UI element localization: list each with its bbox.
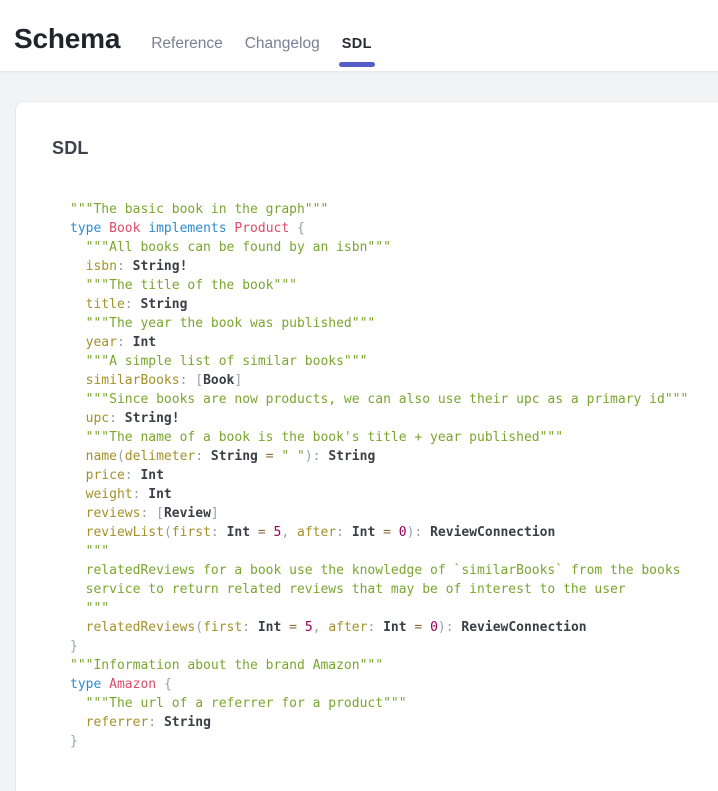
- tab-reference[interactable]: Reference: [151, 34, 223, 54]
- tab-bar: Reference Changelog SDL: [151, 34, 372, 54]
- code-line: """Since books are now products, we can …: [70, 390, 698, 409]
- code-line: price: Int: [70, 466, 698, 485]
- code-line: year: Int: [70, 333, 698, 352]
- tab-changelog[interactable]: Changelog: [245, 34, 320, 54]
- code-line: """The url of a referrer for a product""…: [70, 694, 698, 713]
- code-line: similarBooks: [Book]: [70, 371, 698, 390]
- tab-sdl-label: SDL: [342, 36, 372, 52]
- tab-sdl[interactable]: SDL: [342, 34, 372, 54]
- active-tab-indicator: [339, 62, 375, 67]
- code-line: """A simple list of similar books""": [70, 352, 698, 371]
- code-line: relatedReviews(first: Int = 5, after: In…: [70, 618, 698, 637]
- code-line: """Information about the brand Amazon""": [70, 656, 698, 675]
- code-line: """: [70, 599, 698, 618]
- code-line: weight: Int: [70, 485, 698, 504]
- code-line: reviews: [Review]: [70, 504, 698, 523]
- code-line: referrer: String: [70, 713, 698, 732]
- code-line: """The title of the book""": [70, 276, 698, 295]
- code-line: name(delimeter: String = " "): String: [70, 447, 698, 466]
- code-line: isbn: String!: [70, 257, 698, 276]
- code-line: relatedReviews for a book use the knowle…: [70, 561, 698, 580]
- schema-header: Schema Reference Changelog SDL: [0, 0, 718, 72]
- code-line: """The basic book in the graph""": [70, 200, 698, 219]
- sdl-card: SDL """The basic book in the graph"""typ…: [16, 102, 718, 791]
- code-line: service to return related reviews that m…: [70, 580, 698, 599]
- code-line: reviewList(first: Int = 5, after: Int = …: [70, 523, 698, 542]
- code-line: }: [70, 732, 698, 751]
- content-area: SDL """The basic book in the graph"""typ…: [0, 72, 718, 791]
- code-line: """The year the book was published""": [70, 314, 698, 333]
- code-line: """All books can be found by an isbn""": [70, 238, 698, 257]
- code-line: title: String: [70, 295, 698, 314]
- code-line: """: [70, 542, 698, 561]
- sdl-heading: SDL: [52, 136, 698, 160]
- page-title: Schema: [14, 24, 120, 54]
- code-line: type Book implements Product {: [70, 219, 698, 238]
- sdl-code-block: """The basic book in the graph"""type Bo…: [70, 200, 698, 751]
- code-line: upc: String!: [70, 409, 698, 428]
- code-line: type Amazon {: [70, 675, 698, 694]
- code-line: }: [70, 637, 698, 656]
- code-line: """The name of a book is the book's titl…: [70, 428, 698, 447]
